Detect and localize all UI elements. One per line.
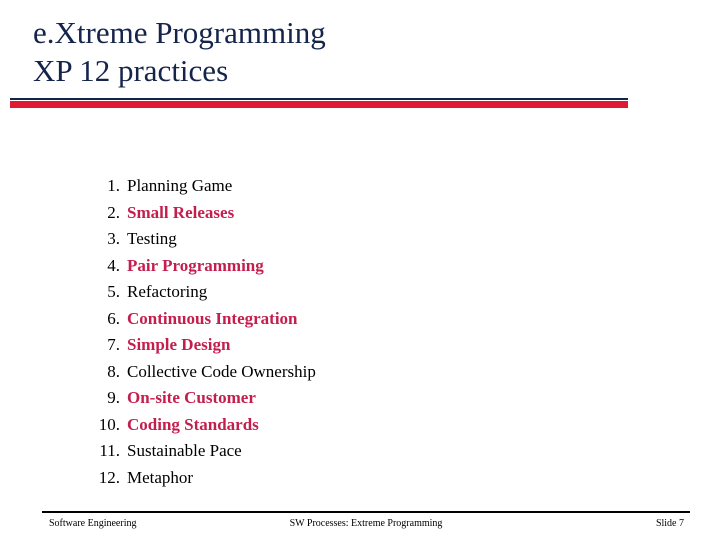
- slide-canvas: e.Xtreme Programming XP 12 practices 1. …: [0, 0, 717, 538]
- list-item-label: Continuous Integration: [127, 308, 298, 328]
- list-item-label: Sustainable Pace: [127, 441, 242, 460]
- list-item-number: 3.: [107, 229, 120, 248]
- list-item: 11. Sustainable Pace: [60, 438, 620, 465]
- list-item-label: Pair Programming: [127, 255, 264, 275]
- list-item-number: 5.: [107, 282, 120, 301]
- title-line-2: XP 12 practices: [33, 53, 229, 88]
- title-divider: [10, 98, 628, 109]
- title-line-1: e.Xtreme Programming: [33, 15, 326, 50]
- footer-rule: [42, 511, 690, 513]
- list-item-number: 10.: [98, 414, 120, 434]
- page-title: e.Xtreme Programming XP 12 practices: [33, 14, 633, 90]
- list-item-label: Simple Design: [127, 335, 231, 354]
- list-item-number: 4.: [107, 255, 120, 275]
- list-item-label: On-site Customer: [127, 388, 256, 407]
- list-item: 3. Testing: [60, 226, 620, 253]
- list-item-label: Small Releases: [127, 202, 235, 222]
- list-item-number: 6.: [107, 308, 120, 328]
- list-item-number: 9.: [107, 388, 120, 407]
- list-item: 10. Coding Standards: [60, 412, 620, 439]
- list-item-number: 2.: [107, 202, 120, 222]
- list-item-label: Planning Game: [127, 176, 233, 195]
- list-item: 4. Pair Programming: [60, 253, 620, 280]
- divider-red-bar: [10, 101, 628, 108]
- list-item: 12. Metaphor: [60, 465, 620, 492]
- list-item: 6. Continuous Integration: [60, 306, 620, 333]
- list-item-label: Coding Standards: [127, 414, 259, 434]
- list-item: 5. Refactoring: [60, 279, 620, 306]
- slide-number: Slide 7: [655, 518, 684, 529]
- list-item: 9. On-site Customer: [60, 385, 620, 412]
- list-item-label: Collective Code Ownership: [127, 361, 316, 381]
- list-item: 7. Simple Design: [60, 332, 620, 359]
- divider-navy-line: [10, 98, 628, 100]
- list-item-number: 12.: [98, 467, 120, 487]
- list-item: 8. Collective Code Ownership: [60, 359, 620, 386]
- list-item: 1. Planning Game: [60, 173, 620, 200]
- list-item-label: Refactoring: [127, 282, 208, 301]
- footer-center-text: SW Processes: Extreme Programming: [289, 518, 443, 529]
- list-item: 2. Small Releases: [60, 200, 620, 227]
- list-item-number: 11.: [99, 441, 120, 460]
- practice-list: 1. Planning Game 2. Small Releases 3. Te…: [60, 173, 620, 491]
- footer: Software Engineering SW Processes: Extre…: [42, 518, 690, 534]
- list-item-label: Testing: [127, 229, 177, 248]
- list-item-number: 1.: [107, 176, 120, 195]
- list-item-number: 7.: [107, 335, 120, 354]
- list-item-number: 8.: [107, 361, 120, 381]
- list-item-label: Metaphor: [127, 467, 194, 487]
